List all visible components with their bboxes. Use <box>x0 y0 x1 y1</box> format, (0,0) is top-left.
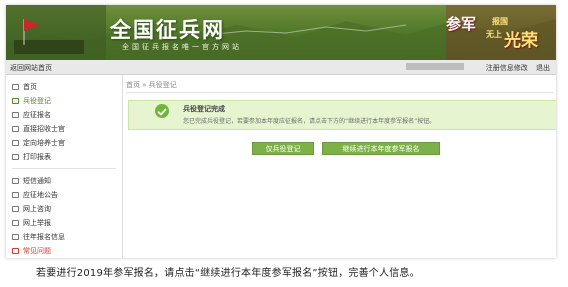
sidebar-item-report[interactable]: 网上举报 <box>12 217 51 229</box>
history-icon <box>12 234 19 240</box>
breadcrumb-divider <box>126 92 554 93</box>
form-icon <box>12 140 19 146</box>
success-alert: 兵役登记完成 您已完成兵役登记，若要参加本年度应征报名，请点击下方的“继续进行本… <box>128 100 556 130</box>
continue-enlistment-button[interactable]: 继续进行本年度参军报名 <box>322 142 440 155</box>
sidebar-item-label: 常见问题 <box>23 247 51 255</box>
sidebar-item-history[interactable]: 往年报名信息 <box>12 231 65 243</box>
breadcrumb-separator: » <box>142 81 147 89</box>
site-title: 全国征兵网 <box>110 18 225 42</box>
register-icon <box>12 98 19 104</box>
chat-icon <box>12 206 19 212</box>
sidebar-item-label: 首页 <box>23 83 37 91</box>
sidebar-item-label: 兵役登记 <box>23 97 51 105</box>
sidebar-item-label: 网上咨询 <box>23 205 51 213</box>
account-links: 注册信息修改 退出 <box>480 63 550 73</box>
sidebar-item-label: 直接招收士官 <box>23 125 65 133</box>
check-circle-icon <box>155 104 169 118</box>
home-icon <box>12 84 19 90</box>
sidebar-item-label: 网上举报 <box>23 219 51 227</box>
registration-only-button[interactable]: 仅兵役登记 <box>252 142 314 155</box>
logout-link[interactable]: 退出 <box>536 64 550 72</box>
breadcrumb-home[interactable]: 首页 <box>126 81 140 89</box>
sidebar-item-sms[interactable]: 短信通知 <box>12 175 51 187</box>
sidebar-item-enlistment[interactable]: 应征报名 <box>12 109 51 121</box>
site-banner: 全国征兵网 全国征兵报名唯一官方网站 参军 报国 无上 光荣 <box>6 5 556 60</box>
sidebar-item-military-registration[interactable]: 兵役登记 <box>12 95 51 107</box>
home-link[interactable]: 返回网站首页 <box>10 63 52 73</box>
sidebar-item-print-report[interactable]: 打印报表 <box>12 151 51 163</box>
slogan-part-3: 无上 <box>486 30 502 39</box>
breadcrumb-current: 兵役登记 <box>148 81 177 89</box>
sidebar-item-label: 短信通知 <box>23 177 51 185</box>
success-message: 您已完成兵役登记，若要参加本年度应征报名，请点击下方的“继续进行本年度参军报名”… <box>183 118 436 125</box>
sidebar-item-label: 打印报表 <box>23 153 51 161</box>
sidebar-item-label: 应征地公告 <box>23 191 58 199</box>
report-icon <box>12 220 19 226</box>
sidebar-item-label: 往年报名信息 <box>23 233 65 241</box>
user-name-redacted <box>406 63 464 70</box>
print-icon <box>12 154 19 160</box>
faq-icon <box>12 248 19 254</box>
sidebar: 首页 兵役登记 应征报名 直接招收士官 定向培养士官 打印报表 短信通知 应征地… <box>6 75 123 258</box>
edit-registration-link[interactable]: 注册信息修改 <box>486 64 528 72</box>
sidebar-item-directed-nco[interactable]: 定向培养士官 <box>12 137 65 149</box>
sidebar-item-label: 应征报名 <box>23 111 51 119</box>
slogan: 参军 报国 无上 光荣 <box>446 13 554 53</box>
sidebar-item-home[interactable]: 首页 <box>12 81 37 93</box>
sidebar-item-direct-nco[interactable]: 直接招收士官 <box>12 123 65 135</box>
sidebar-item-consult[interactable]: 网上咨询 <box>12 203 51 215</box>
breadcrumb: 首页 » 兵役登记 <box>126 80 177 90</box>
sidebar-item-notice[interactable]: 应征地公告 <box>12 189 58 201</box>
notice-icon <box>12 192 19 198</box>
site-subtitle: 全国征兵报名唯一官方网站 <box>122 43 242 51</box>
sidebar-item-label: 定向培养士官 <box>23 139 65 147</box>
form-icon <box>12 126 19 132</box>
form-icon <box>12 112 19 118</box>
caption-text: 若要进行2019年参军报名，请点击“继续进行本年度参军报名”按钮，完善个人信息。 <box>36 268 420 279</box>
top-bar: 返回网站首页 注册信息修改 退出 <box>6 60 556 75</box>
message-icon <box>12 178 19 184</box>
sidebar-divider <box>12 168 116 169</box>
screenshot-frame: 全国征兵网 全国征兵报名唯一官方网站 参军 报国 无上 光荣 返回网站首页 注册… <box>6 5 556 258</box>
slogan-part-1: 参军 <box>446 15 477 33</box>
slogan-part-4: 光荣 <box>504 31 538 51</box>
success-title: 兵役登记完成 <box>183 105 225 113</box>
sidebar-item-faq[interactable]: 常见问题 <box>12 245 51 257</box>
